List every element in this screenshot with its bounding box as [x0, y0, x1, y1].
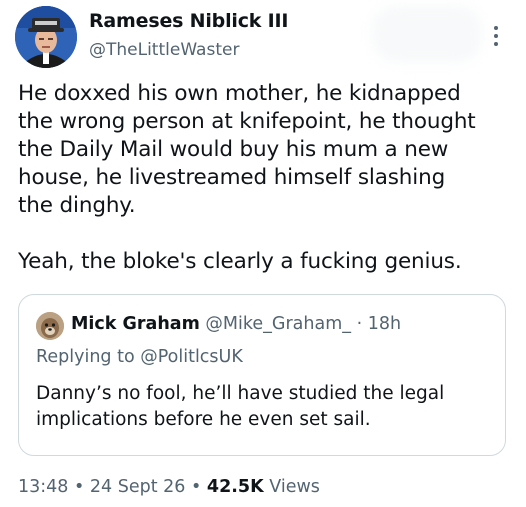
quote-timestamp[interactable]: 18h [368, 314, 401, 334]
tweet: Rameses Niblick III @TheLittleWaster He … [0, 0, 526, 507]
views-label: Views [269, 477, 320, 497]
quote-text: Danny’s no fool, he’ll have studied the … [36, 383, 445, 430]
quote-author-avatar[interactable] [36, 312, 64, 340]
quote-separator: · [356, 314, 363, 334]
blurred-follow-area [372, 6, 482, 62]
tweet-text: He doxxed his own mother, he kidnapped t… [18, 81, 476, 274]
views-count[interactable]: 42.5K [207, 477, 264, 497]
author-name[interactable]: Rameses Niblick III [89, 10, 288, 32]
quote-replying-to[interactable]: Replying to @PolitlcsUK [36, 347, 243, 367]
tweet-meta: 13:48 • 24 Sept 26 • 42.5K Views [18, 477, 320, 497]
meta-separator: • [74, 477, 85, 497]
tweet-time[interactable]: 13:48 [18, 477, 68, 497]
tweet-date[interactable]: 24 Sept 26 [90, 477, 186, 497]
quote-author-name[interactable]: Mick Graham [71, 314, 200, 334]
meta-separator: • [191, 477, 202, 497]
author-avatar[interactable] [15, 6, 77, 68]
quote-author-handle[interactable]: @Mike_Graham_ [205, 314, 351, 334]
quote-header: Mick Graham @Mike_Graham_ · 18h [71, 314, 401, 334]
more-options-icon[interactable] [489, 26, 503, 48]
author-handle[interactable]: @TheLittleWaster [89, 40, 239, 60]
quoted-tweet[interactable]: Mick Graham @Mike_Graham_ · 18h Replying… [18, 294, 506, 456]
